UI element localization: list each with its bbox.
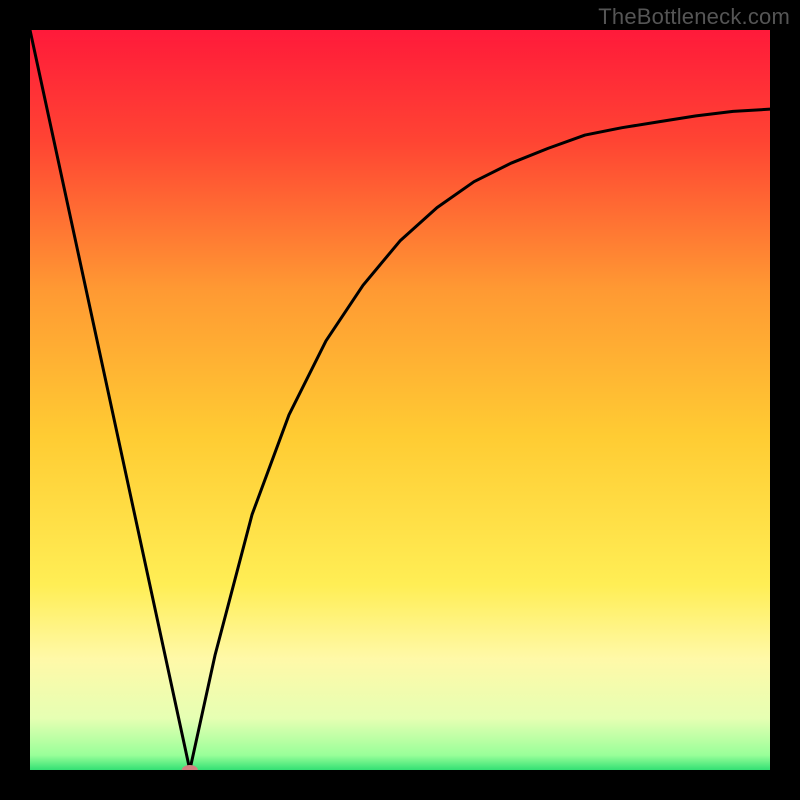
chart-frame: TheBottleneck.com	[0, 0, 800, 800]
chart-background	[30, 30, 770, 770]
chart-plot-area	[30, 30, 770, 770]
watermark-text: TheBottleneck.com	[598, 4, 790, 30]
chart-svg	[30, 30, 770, 770]
